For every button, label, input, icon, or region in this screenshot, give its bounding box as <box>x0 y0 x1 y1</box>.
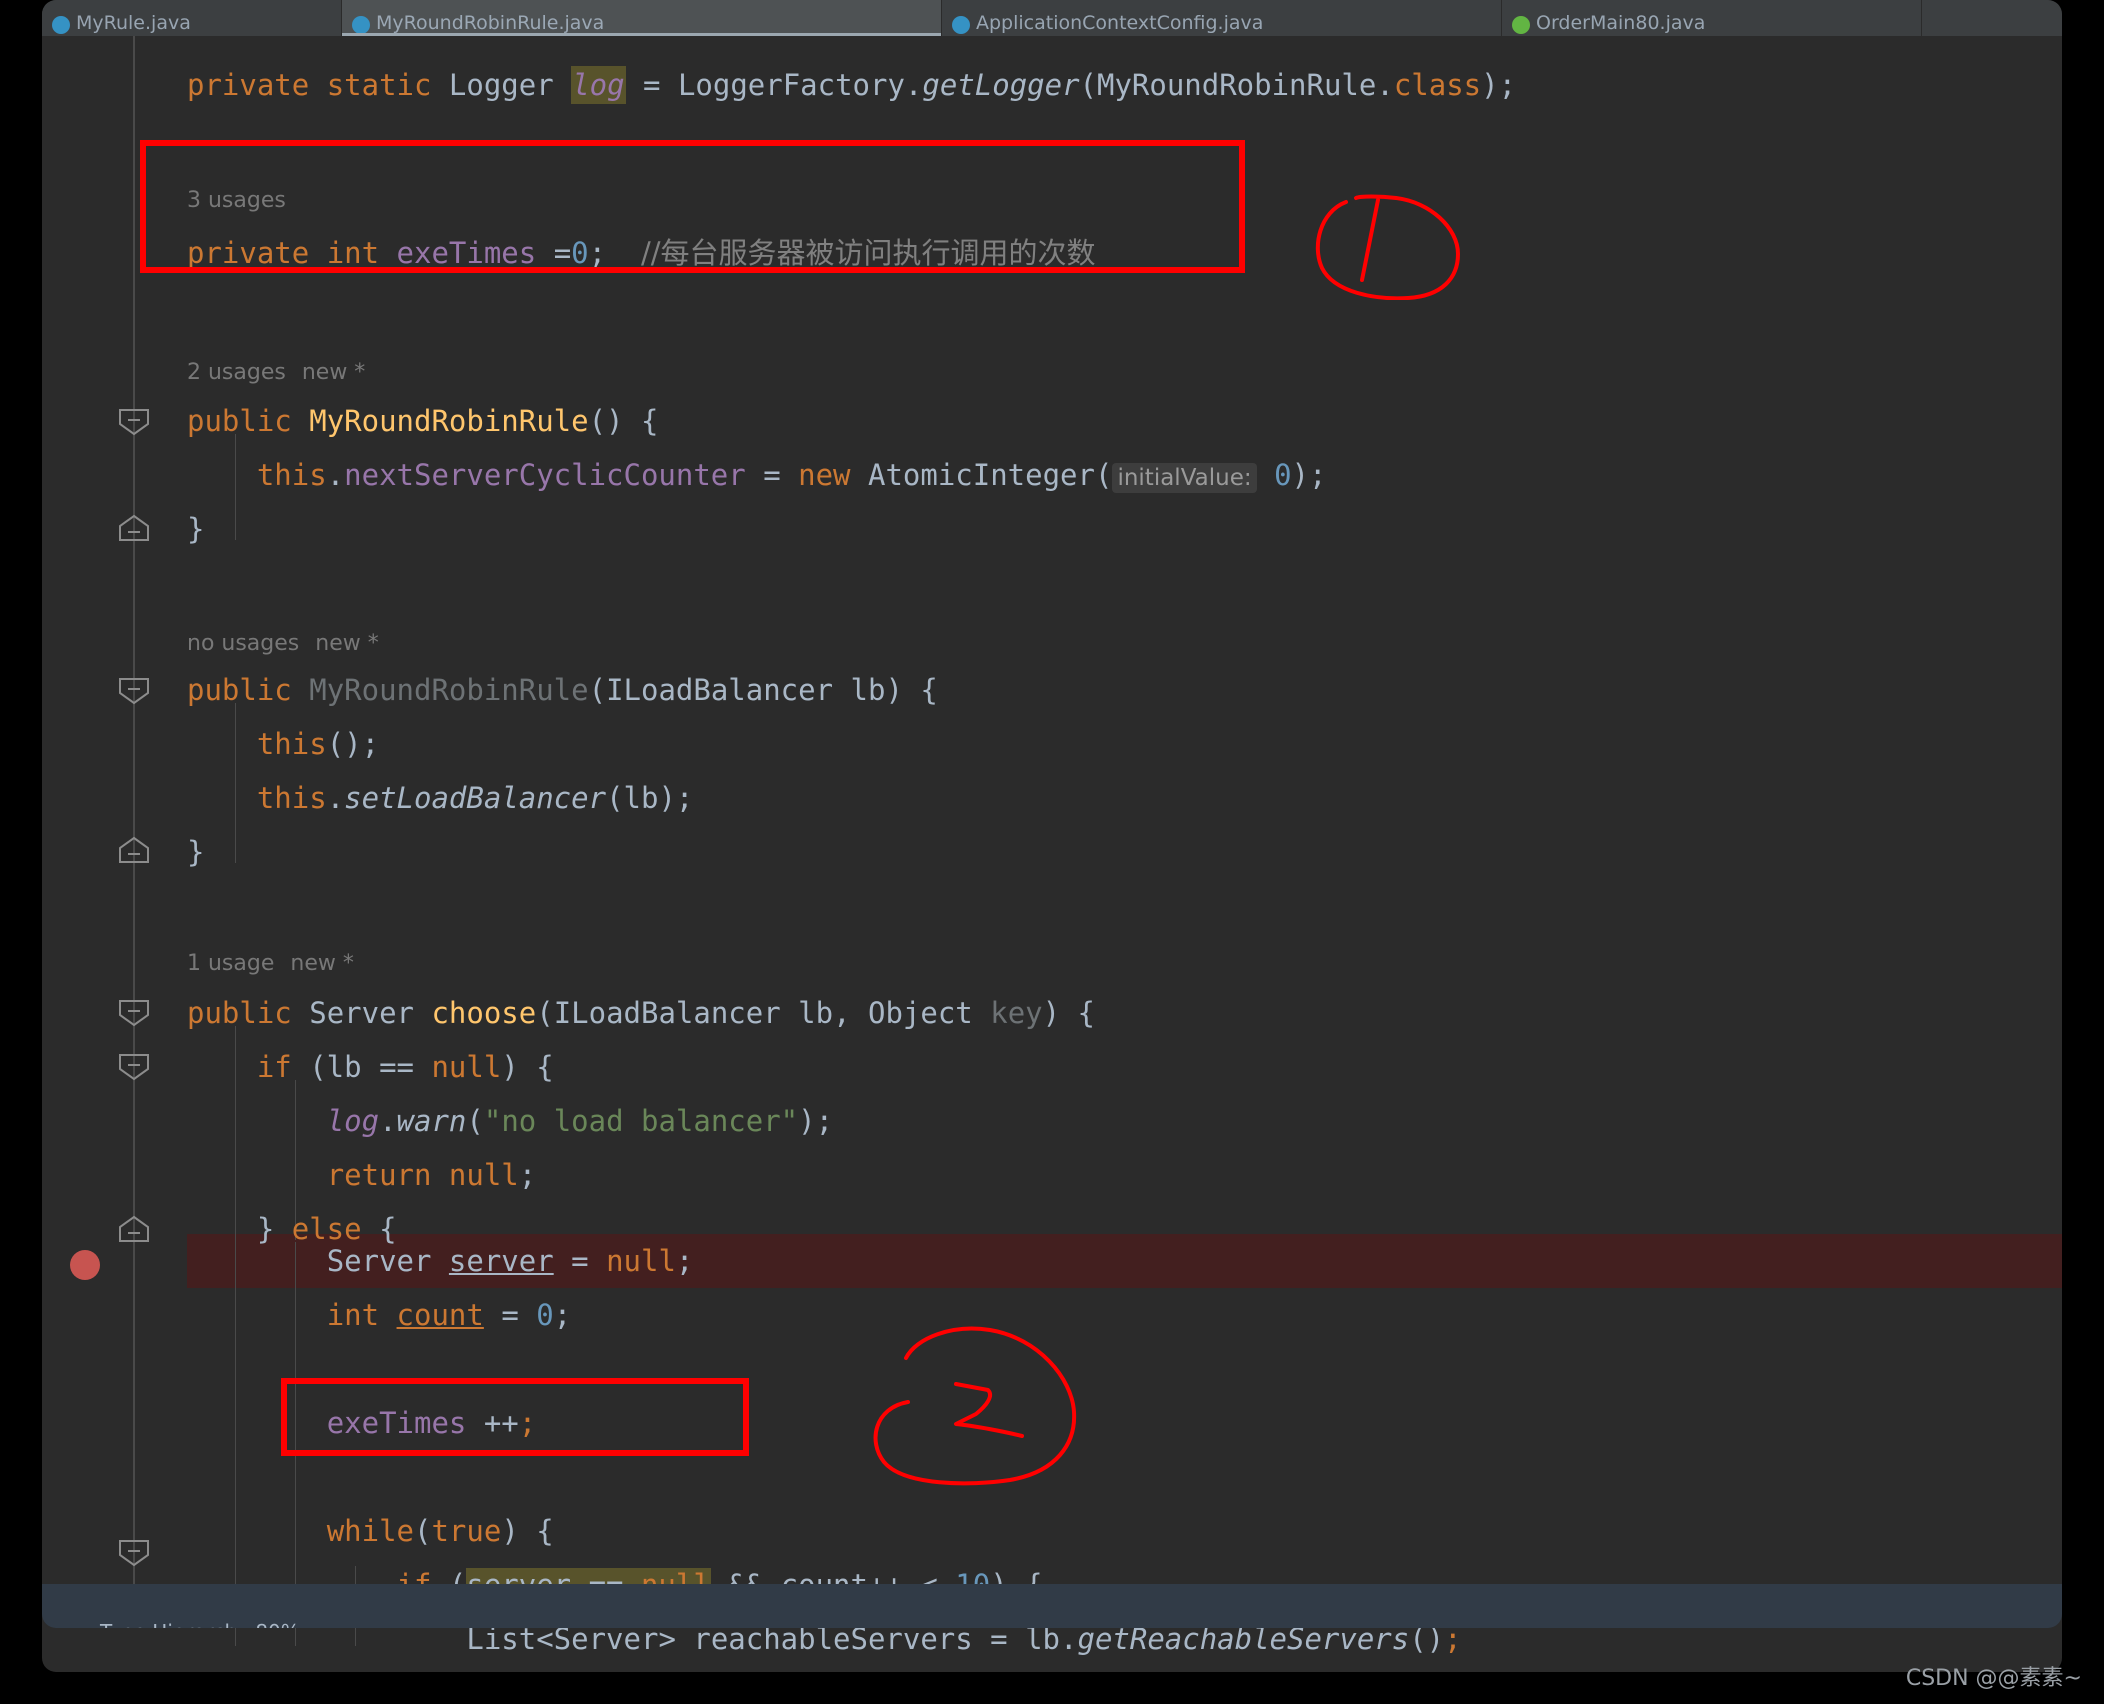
tab-my-round-robin-rule[interactable]: MyRoundRobinRule.java <box>342 0 942 36</box>
csdn-watermark: CSDN @@素素~ <box>1905 1666 2082 1691</box>
usage-hint-3-usages[interactable]: 3 usages <box>187 181 286 221</box>
code-line-while-true[interactable]: while(true) { <box>187 1504 554 1558</box>
tab-label: MyRoundRobinRule.java <box>376 12 605 34</box>
code-line-if-lb-null[interactable]: if (lb == null) { <box>187 1040 554 1094</box>
code-line-exetimes-decl[interactable]: private int exeTimes =0; //每台服务器被访问执行调用的… <box>187 226 1096 280</box>
fold-start-icon[interactable] <box>116 408 152 436</box>
editor-body: private static Logger log = LoggerFactor… <box>42 36 2062 1656</box>
java-class-icon <box>952 16 970 34</box>
ide-editor-window: MyRule.java MyRoundRobinRule.java Applic… <box>42 0 2062 1672</box>
code-line-ctor-lb[interactable]: public MyRoundRobinRule(ILoadBalancer lb… <box>187 663 938 717</box>
code-content[interactable]: private static Logger log = LoggerFactor… <box>187 36 2062 1656</box>
java-class-icon <box>52 16 70 34</box>
editor-gutter[interactable] <box>42 36 187 1628</box>
fold-end-icon[interactable] <box>116 1215 152 1243</box>
code-line-return-null[interactable]: return null; <box>187 1148 537 1202</box>
status-bar-text: Type Hierarchy 80% <box>100 1620 300 1628</box>
fold-start-icon[interactable] <box>116 1053 152 1081</box>
screenshot-root: MyRule.java MyRoundRobinRule.java Applic… <box>0 0 2104 1704</box>
tab-application-context-config[interactable]: ApplicationContextConfig.java <box>942 0 1502 36</box>
code-line-this-call[interactable]: this(); <box>187 717 379 771</box>
usage-hint-1-usage[interactable]: 1 usage new * <box>187 944 354 984</box>
code-line-log-warn[interactable]: log.warn("no load balancer"); <box>187 1094 833 1148</box>
fold-start-icon[interactable] <box>116 1539 152 1567</box>
code-line-set-load-balancer[interactable]: this.setLoadBalancer(lb); <box>187 771 694 825</box>
tab-my-rule[interactable]: MyRule.java <box>42 0 342 36</box>
tab-order-main80[interactable]: OrderMain80.java <box>1502 0 1922 36</box>
fold-start-icon[interactable] <box>116 999 152 1027</box>
parameter-name-hint: initialValue: <box>1112 463 1257 493</box>
java-class-icon <box>352 16 370 34</box>
code-line-ctor-noarg[interactable]: public MyRoundRobinRule() { <box>187 394 658 448</box>
code-line-logger-decl[interactable]: private static Logger log = LoggerFactor… <box>187 58 1516 112</box>
code-line-ctor-lb-close[interactable]: } <box>187 825 204 879</box>
tab-label: ApplicationContextConfig.java <box>976 12 1264 34</box>
fold-end-icon[interactable] <box>116 514 152 542</box>
code-line-server-decl[interactable]: Server server = null; <box>187 1234 694 1288</box>
code-fold-rail <box>133 36 135 1628</box>
code-line-exetimes-increment[interactable]: exeTimes ++; <box>187 1396 537 1450</box>
usage-hint-2-usages[interactable]: 2 usages new * <box>187 353 365 393</box>
code-line-ctor-noarg-close[interactable]: } <box>187 502 204 556</box>
fold-start-icon[interactable] <box>116 677 152 705</box>
code-line-atomic-integer-init[interactable]: this.nextServerCyclicCounter = new Atomi… <box>187 448 1326 502</box>
java-class-icon <box>1512 16 1530 34</box>
breakpoint-icon[interactable] <box>70 1250 100 1280</box>
editor-tab-bar[interactable]: MyRule.java MyRoundRobinRule.java Applic… <box>42 0 2062 36</box>
inline-comment: //每台服务器被访问执行调用的次数 <box>641 236 1096 270</box>
tab-label: OrderMain80.java <box>1536 12 1706 34</box>
code-line-choose-signature[interactable]: public Server choose(ILoadBalancer lb, O… <box>187 986 1095 1040</box>
fold-end-icon[interactable] <box>116 836 152 864</box>
tab-label: MyRule.java <box>76 12 191 34</box>
code-line-count-decl[interactable]: int count = 0; <box>187 1288 572 1342</box>
status-bar[interactable]: Type Hierarchy 80% <box>42 1584 2062 1628</box>
usage-hint-no-usages[interactable]: no usages new * <box>187 624 379 664</box>
